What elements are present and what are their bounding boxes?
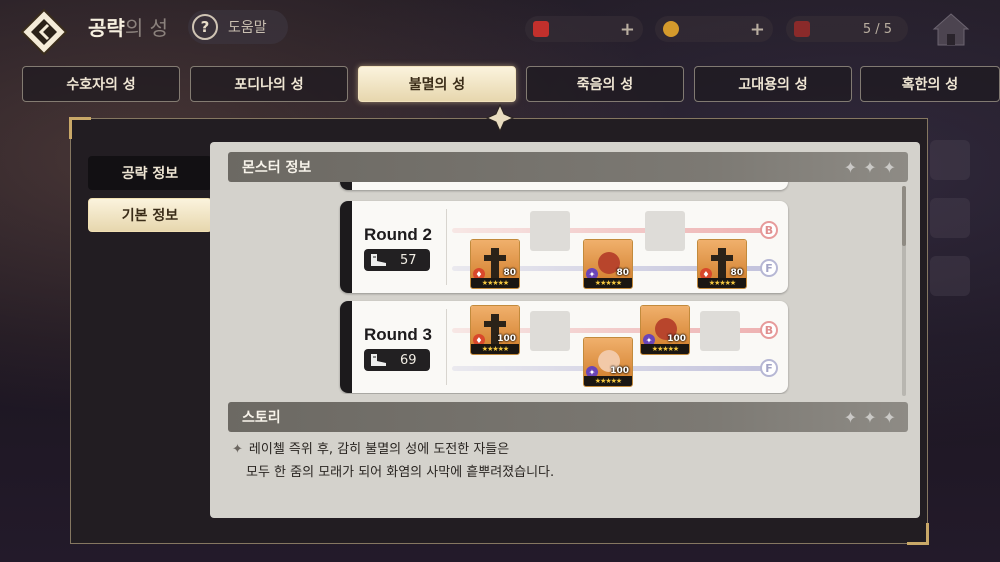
page-title-text: 공략	[88, 16, 125, 40]
star-rating: ★★★★★	[641, 344, 689, 354]
add-gold-icon[interactable]: +	[750, 19, 765, 40]
round-name: Round 3	[364, 325, 432, 344]
add-crystal-icon[interactable]: +	[620, 19, 635, 40]
round-card[interactable]: Round 3 69 B F ♦ 100 ★★★★★ ✦ 100 ★★★★★ ✦…	[340, 301, 788, 393]
round-power-value: 69	[400, 352, 417, 368]
tab-immortal-castle[interactable]: 불멸의 성	[358, 66, 516, 102]
tab-death-castle[interactable]: 죽음의 성	[526, 66, 684, 102]
resource-crystal[interactable]: +	[525, 16, 643, 42]
empty-slot	[530, 211, 570, 251]
monster-section-title: 몬스터 정보	[242, 160, 312, 176]
frame-corner	[907, 523, 929, 545]
tab-fodina-castle[interactable]: 포디나의 성	[190, 66, 348, 102]
empty-slot	[645, 211, 685, 251]
scrollbar-thumb[interactable]	[902, 186, 906, 246]
tab-frost-castle[interactable]: 혹한의 성	[860, 66, 1000, 102]
monster-level: 80	[730, 268, 743, 278]
monster-level: 100	[497, 334, 516, 344]
front-lane-tag: F	[760, 359, 778, 377]
question-icon: ?	[192, 14, 218, 40]
monster-list[interactable]: ★★★★★ ★★★★★ ★★★★★ Round 2 57 B F	[228, 182, 908, 394]
divider	[446, 209, 447, 285]
star-rating: ★★★★★	[698, 278, 746, 288]
star-rating: ★★★★★	[584, 376, 632, 386]
bullet-icon: ✦	[232, 442, 243, 457]
round-power-badge: 69	[364, 349, 430, 371]
resource-gold[interactable]: +	[655, 16, 773, 42]
back-lane	[452, 228, 772, 233]
castle-tabs: 수호자의 성 포디나의 성 불멸의 성 죽음의 성 고대용의 성 혹한의 성	[0, 66, 1000, 106]
round-power-value: 57	[400, 252, 417, 268]
bg-faded-row	[930, 256, 970, 296]
bg-faded-row	[930, 140, 970, 180]
story-line-2: 모두 한 줌의 모래가 되어 화염의 사막에 흩뿌려졌습니다.	[246, 465, 555, 480]
monster-level: 80	[616, 268, 629, 278]
monster-portrait-knight[interactable]: ♦ 100 ★★★★★	[470, 305, 520, 355]
monster-portrait-fox[interactable]: ✦ 100 ★★★★★	[640, 305, 690, 355]
side-tab-strategy-info[interactable]: 공략 정보	[88, 156, 212, 190]
crystal-icon	[533, 21, 549, 37]
side-tab-basic-info[interactable]: 기본 정보	[88, 198, 212, 232]
tab-ancient-dragon-castle[interactable]: 고대용의 성	[694, 66, 852, 102]
gold-coin-icon	[663, 21, 679, 37]
monster-portrait-knight[interactable]: ♦ 80 ★★★★★	[470, 239, 520, 289]
monster-portrait-fox[interactable]: ✦ 80 ★★★★★	[583, 239, 633, 289]
shield-ticket-icon	[794, 21, 810, 37]
story-line-1: 레이첼 즉위 후, 감히 불멸의 성에 도전한 자들은	[248, 442, 510, 457]
resource-stamina: 5 / 5	[786, 16, 908, 42]
sparkle-icon: ✦ ✦ ✦	[843, 408, 896, 427]
frame-corner	[69, 117, 91, 139]
story-text: ✦ 레이첼 즉위 후, 감히 불멸의 성에 도전한 자들은 모두 한 줌의 모래가…	[232, 438, 892, 484]
round-power-badge: 57	[364, 249, 430, 271]
boot-icon	[371, 254, 386, 266]
tab-guardian-castle[interactable]: 수호자의 성	[22, 66, 180, 102]
page-title-faded: 의 성	[124, 16, 168, 40]
round-card-partial: ★★★★★ ★★★★★ ★★★★★	[340, 182, 788, 190]
home-button[interactable]	[925, 4, 977, 56]
monster-level: 100	[610, 366, 629, 376]
page-title: 공략의 성	[88, 12, 168, 41]
story-section-title: 스토리	[242, 410, 281, 426]
back-button[interactable]	[18, 6, 70, 58]
back-lane-tag: B	[760, 221, 778, 239]
help-label: 도움말	[228, 20, 267, 36]
star-rating: ★★★★★	[471, 278, 519, 288]
round-name: Round 2	[364, 225, 432, 244]
top-bar: 공략의 성 ? 도움말 + + 5 / 5	[0, 0, 1000, 56]
back-diamond-icon	[20, 8, 68, 56]
monster-portrait-queen[interactable]: ✦ 100 ★★★★★	[583, 337, 633, 387]
story-section-header: 스토리 ✦ ✦ ✦	[228, 402, 908, 432]
back-lane-tag: B	[760, 321, 778, 339]
help-button[interactable]: ? 도움말	[188, 10, 288, 44]
front-lane-tag: F	[760, 259, 778, 277]
home-icon	[932, 13, 970, 46]
stamina-value: 5 / 5	[862, 21, 892, 37]
monster-level: 100	[667, 334, 686, 344]
boot-icon	[371, 354, 386, 366]
round-card[interactable]: Round 2 57 B F ♦ 80 ★★★★★ ✦ 80 ★★★★★ ♦ 8…	[340, 201, 788, 293]
monster-portrait-knight[interactable]: ♦ 80 ★★★★★	[697, 239, 747, 289]
diamond-ornament-icon	[486, 104, 514, 132]
monster-level: 80	[503, 268, 516, 278]
bg-faded-row	[930, 198, 970, 238]
empty-slot	[700, 311, 740, 351]
empty-slot	[530, 311, 570, 351]
sparkle-icon: ✦ ✦ ✦	[843, 158, 896, 177]
divider	[446, 309, 447, 385]
star-rating: ★★★★★	[584, 278, 632, 288]
star-rating: ★★★★★	[471, 344, 519, 354]
monster-section-header: 몬스터 정보 ✦ ✦ ✦	[228, 152, 908, 182]
